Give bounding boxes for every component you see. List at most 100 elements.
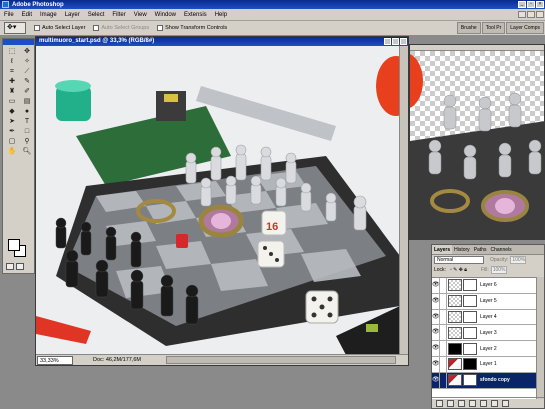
link-cell[interactable] (440, 325, 447, 341)
menu-file[interactable]: File (0, 12, 18, 18)
layers-palette: Layers History Paths Channels Normal Opa… (431, 244, 545, 409)
minimize-button[interactable]: _ (518, 1, 526, 8)
type-tool-icon[interactable]: T (20, 117, 34, 126)
auto-select-layer-checkbox[interactable] (34, 25, 40, 31)
close-button[interactable]: × (536, 1, 544, 8)
foreground-color-swatch[interactable] (8, 239, 20, 251)
link-cell[interactable] (440, 277, 447, 293)
link-cell[interactable] (440, 356, 447, 372)
palette-well-layer-comps-tab[interactable]: Layer Comps (506, 22, 544, 34)
tab-channels[interactable]: Channels (488, 245, 513, 254)
clone-stamp-tool-icon[interactable]: ♜ (5, 87, 19, 96)
doc-win-minimize-button[interactable] (384, 38, 391, 45)
doc-win-maximize-button[interactable] (392, 38, 399, 45)
eye-icon[interactable]: 👁︎ (432, 356, 440, 372)
notes-tool-icon[interactable]: ▢ (5, 137, 19, 146)
trash-icon[interactable] (502, 399, 509, 407)
history-brush-tool-icon[interactable]: ✐ (20, 87, 34, 96)
blur-tool-icon[interactable]: ◆ (5, 107, 19, 116)
menu-extensis[interactable]: Extensis (180, 12, 211, 18)
layer-row[interactable]: 👁︎ Layer 3 (432, 325, 538, 342)
shape-tool-icon[interactable]: □ (20, 127, 34, 136)
pen-tool-icon[interactable]: ✒ (5, 127, 19, 136)
eye-icon[interactable]: 👁︎ (432, 341, 440, 357)
link-cell[interactable] (440, 293, 447, 309)
layer-row[interactable]: 👁︎ Layer 6 (432, 277, 538, 294)
magic-wand-tool-icon[interactable]: ✧ (20, 57, 34, 66)
auto-select-groups-option[interactable]: Auto Select Groups (93, 25, 149, 31)
eraser-tool-icon[interactable]: ▭ (5, 97, 19, 106)
menu-edit[interactable]: Edit (18, 12, 36, 18)
tab-history[interactable]: History (452, 245, 472, 254)
menu-select[interactable]: Select (84, 12, 109, 18)
dodge-tool-icon[interactable]: ● (20, 107, 34, 116)
lasso-tool-icon[interactable]: ℓ (5, 57, 19, 66)
hand-tool-icon[interactable]: ✋ (5, 147, 19, 156)
opacity-field[interactable]: 100% (510, 256, 527, 264)
new-group-icon[interactable] (480, 399, 487, 407)
doc-restore-button[interactable] (527, 11, 535, 18)
app-title: Adobe Photoshop (12, 1, 64, 8)
quick-mask-button[interactable] (16, 263, 24, 270)
tab-layers[interactable]: Layers (432, 245, 453, 254)
menu-filter[interactable]: Filter (108, 12, 129, 18)
eye-icon[interactable]: 👁︎ (432, 372, 440, 388)
layer-row[interactable]: 👁︎ Layer 2 (432, 341, 538, 357)
document-horizontal-scrollbar[interactable] (166, 356, 396, 364)
doc-close-button[interactable] (536, 11, 544, 18)
palette-well-brushes-tab[interactable]: Brushe (456, 22, 481, 34)
layer-row[interactable]: 👁︎ Layer 5 (432, 293, 538, 310)
brush-tool-icon[interactable]: ✎ (20, 77, 34, 86)
layer-row-selected[interactable]: 👁︎ sfondo copy (432, 372, 538, 389)
link-cell[interactable] (440, 341, 447, 357)
new-layer-icon[interactable] (491, 399, 498, 407)
menu-image[interactable]: Image (36, 12, 61, 18)
link-cell[interactable] (440, 372, 447, 388)
palette-well-tool-presets-tab[interactable]: Tool Pr (481, 22, 506, 34)
crop-tool-icon[interactable]: ⌗ (5, 67, 19, 76)
show-transform-controls-option[interactable]: Show Transform Controls (157, 25, 227, 31)
zoom-tool-icon[interactable]: 🔍︎ (20, 147, 34, 156)
path-selection-tool-icon[interactable]: ➤ (5, 117, 19, 126)
adjustment-layer-icon[interactable] (469, 399, 476, 407)
tool-preset-picker[interactable]: ✥▾ (4, 22, 26, 34)
zoom-level-field[interactable]: 33,33% (37, 355, 73, 365)
standard-mode-button[interactable] (6, 263, 14, 270)
menu-help[interactable]: Help (211, 12, 231, 18)
healing-brush-tool-icon[interactable]: ✚ (5, 77, 19, 86)
lock-icons[interactable]: ▫ ✎ ✥ 🔒︎ (450, 267, 467, 273)
eye-icon[interactable]: 👁︎ (432, 309, 440, 325)
show-transform-controls-checkbox[interactable] (157, 25, 164, 31)
eye-icon[interactable]: 👁︎ (432, 293, 440, 309)
menu-view[interactable]: View (130, 12, 151, 18)
doc-minimize-button[interactable] (518, 11, 526, 18)
layer-row[interactable]: 👁︎ Layer 1 (432, 356, 538, 373)
menu-window[interactable]: Window (151, 12, 180, 18)
marquee-tool-icon[interactable]: ⬚ (5, 47, 19, 56)
doc-win-close-button[interactable] (400, 38, 407, 45)
fill-field[interactable]: 100% (490, 266, 507, 274)
add-mask-icon[interactable] (458, 399, 465, 407)
link-cell[interactable] (440, 309, 447, 325)
link-layers-icon[interactable] (436, 399, 443, 407)
menu-layer[interactable]: Layer (61, 12, 84, 18)
gradient-tool-icon[interactable]: ▤ (20, 97, 34, 106)
second-image-view[interactable] (409, 44, 545, 240)
layers-scrollbar[interactable] (536, 277, 544, 399)
blend-mode-select[interactable]: Normal (434, 256, 484, 264)
document-title-bar[interactable]: multimuoro_start.psd @ 33,3% (RGB/8#) (36, 37, 408, 46)
image-canvas[interactable]: 16 (36, 46, 400, 355)
slice-tool-icon[interactable]: ⟋ (20, 67, 34, 76)
auto-select-layer-option[interactable]: Auto Select Layer (34, 25, 85, 31)
document-size-info[interactable]: Doc: 46,2M/177,6M (93, 357, 141, 363)
layer-style-icon[interactable] (447, 399, 454, 407)
move-tool-icon[interactable]: ✥ (20, 47, 34, 56)
layer-row[interactable]: 👁︎ Layer 4 (432, 309, 538, 326)
document-vertical-scrollbar[interactable] (399, 46, 408, 355)
restore-button[interactable]: ▫ (527, 1, 535, 8)
tab-paths[interactable]: Paths (472, 245, 489, 254)
eyedropper-tool-icon[interactable]: ⚲ (20, 137, 34, 146)
eye-icon[interactable]: 👁︎ (432, 325, 440, 341)
auto-select-groups-checkbox[interactable] (93, 25, 100, 31)
eye-icon[interactable]: 👁︎ (432, 277, 440, 293)
